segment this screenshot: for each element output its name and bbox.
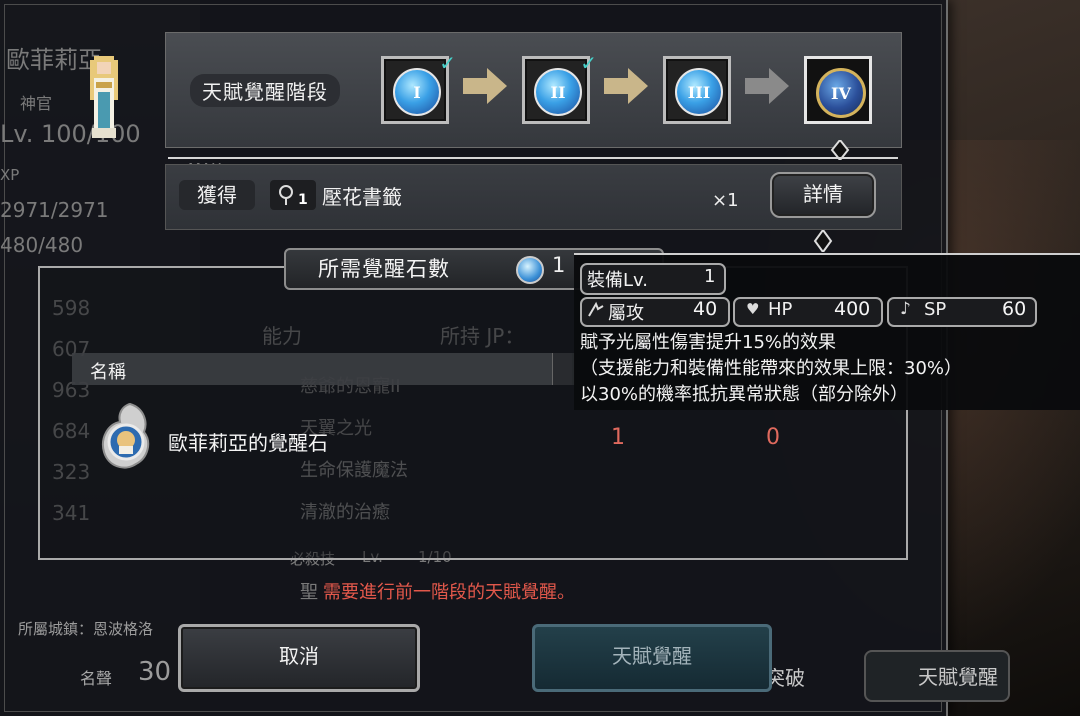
phase-2-check-icon: ✓ [580, 51, 597, 75]
phase-arrow-icon [604, 68, 648, 104]
stone-owned-count: 0 [766, 425, 780, 450]
details-button[interactable]: 詳情 [770, 172, 876, 218]
obtain-label: 獲得 [179, 180, 255, 210]
equip-level-value: 1 [704, 266, 716, 287]
phase-1-check-icon: ✓ [439, 51, 456, 75]
stat-hp-label: HP [768, 299, 793, 320]
bg-awaken-button: 天賦覺醒 [864, 650, 1010, 702]
item-quantity-badge: 1 [298, 192, 308, 208]
table-header-divider [552, 353, 575, 385]
reward-item-name: 壓花書籤 [322, 185, 402, 209]
phase-3-numeral: III [675, 68, 723, 116]
equip-level-label: 裝備Lv. [587, 270, 649, 291]
stone-required-count: 1 [611, 425, 625, 450]
stat-element-attack-value: 40 [693, 298, 718, 320]
phase-label: 天賦覺醒階段 [190, 74, 340, 107]
sp-icon: ♪ [900, 299, 911, 319]
phase-arrow-icon [463, 68, 507, 104]
phase-4-numeral: IV [816, 68, 866, 118]
description-line-3: 以30%的機率抵抗異常狀態（部分除外） [580, 384, 909, 405]
phase-1-icon[interactable]: I ✓ [381, 51, 456, 124]
table-header [72, 353, 572, 385]
element-attack-icon [588, 301, 604, 317]
bg-town-label: 所屬城鎮：恩波格洛 [18, 620, 154, 638]
cancel-button[interactable]: 取消 [178, 624, 420, 692]
awakening-stone-icon [516, 256, 544, 284]
required-stones-label: 所需覺醒石數 [318, 257, 450, 281]
bg-hp: 2971/2971 [0, 198, 109, 222]
column-name-header: 名稱 [90, 362, 126, 383]
bg-job: 神官 [20, 94, 53, 113]
phase-1-numeral: I [393, 68, 441, 116]
hero-sprite-icon [90, 56, 118, 138]
bg-reputation-value: 30 [138, 657, 172, 687]
tooltip-pointer-icon [813, 230, 833, 252]
phase-4-icon[interactable]: IV [804, 56, 872, 124]
bg-sp: 480/480 [0, 233, 84, 257]
description-line-2: （支援能力和裝備性能帶來的效果上限：30%） [580, 358, 963, 379]
stat-hp-value: 400 [834, 298, 871, 320]
phase-arrow-icon [745, 68, 789, 104]
stat-sp-label: SP [924, 299, 947, 320]
heart-icon: ♥ [746, 300, 760, 318]
bg-special-name: 聖 [300, 582, 318, 603]
stat-sp-value: 60 [1002, 298, 1027, 320]
bg-exp: XP [0, 166, 20, 184]
phase-underline [168, 157, 898, 159]
phase-3-icon[interactable]: III [663, 56, 731, 124]
stat-element-attack-label: 屬攻 [608, 303, 644, 324]
reward-quantity: ×1 [712, 190, 739, 211]
phase-2-numeral: II [534, 68, 582, 116]
stone-name: 歐菲莉亞的覺醒石 [168, 431, 328, 455]
bookmark-icon [270, 180, 316, 210]
warning-message: 需要進行前一階段的天賦覺醒。 [323, 582, 575, 603]
awaken-button[interactable]: 天賦覺醒 [532, 624, 772, 692]
tooltip-description: 賦予光屬性傷害提升15%的效果 （支援能力和裝備性能帶來的效果上限：30%） 以… [580, 330, 1075, 408]
required-stones-count: 1 [552, 253, 566, 277]
character-stone-icon [102, 402, 150, 469]
phase-2-icon[interactable]: II ✓ [522, 51, 597, 124]
description-line-1: 賦予光屬性傷害提升15%的效果 [580, 332, 837, 353]
bg-reputation-label: 名聲 [80, 669, 113, 688]
